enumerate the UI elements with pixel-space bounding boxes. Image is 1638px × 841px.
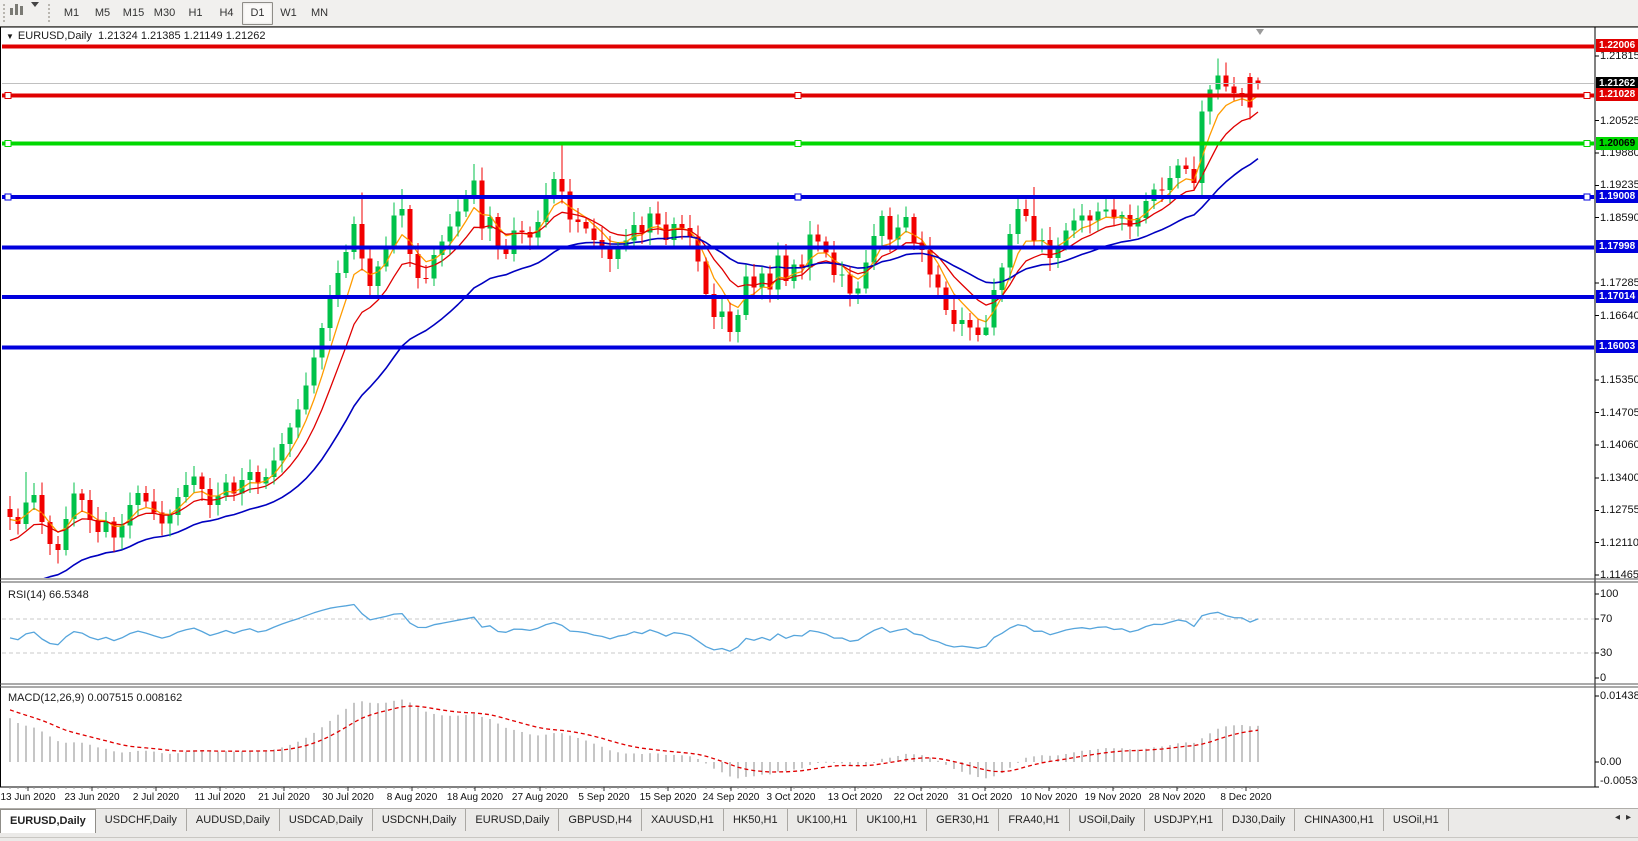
date-axis-label: 5 Sep 2020 bbox=[578, 792, 629, 803]
rsi-axis-tick: 30 bbox=[1600, 647, 1612, 659]
price-axis-tick: 1.14060 bbox=[1600, 439, 1638, 451]
ohlc-low: 1.21149 bbox=[184, 30, 223, 42]
chart-tab-eurusd-daily[interactable]: EURUSD,Daily bbox=[0, 809, 96, 833]
date-axis-label: 24 Sep 2020 bbox=[703, 792, 760, 803]
tab-scroll-right-button[interactable]: ▸ bbox=[1623, 812, 1634, 823]
hline-handle[interactable] bbox=[795, 92, 801, 98]
hline-handle[interactable] bbox=[5, 194, 11, 200]
chart-tab-usdchf-daily[interactable]: USDCHF,Daily bbox=[96, 809, 187, 831]
chart-tab-hk50-h1[interactable]: HK50,H1 bbox=[724, 809, 788, 831]
price-level-badge: 1.17998 bbox=[1596, 240, 1638, 253]
price-axis-tick: 1.13400 bbox=[1600, 472, 1638, 484]
hline-handle[interactable] bbox=[1584, 141, 1590, 147]
hline-handle[interactable] bbox=[1584, 92, 1590, 98]
date-axis-label: 21 Jul 2020 bbox=[258, 792, 310, 803]
chart-tabs-bar: EURUSD,DailyUSDCHF,DailyAUDUSD,DailyUSDC… bbox=[0, 808, 1638, 841]
price-axis-tick: 1.15350 bbox=[1600, 374, 1638, 386]
chart-tab-dj30-daily[interactable]: DJ30,Daily bbox=[1223, 809, 1295, 831]
date-axis-label: 30 Jul 2020 bbox=[322, 792, 374, 803]
price-axis-tick: 1.16640 bbox=[1600, 310, 1638, 322]
price-axis-tick: 1.12110 bbox=[1600, 537, 1638, 549]
price-level-badge: 1.21028 bbox=[1596, 88, 1638, 101]
macd-axis-tick: -0.005396 bbox=[1600, 775, 1638, 787]
ohlc-close: 1.21262 bbox=[226, 30, 266, 42]
chart-tab-gbpusd-h4[interactable]: GBPUSD,H4 bbox=[559, 809, 642, 831]
date-axis-label: 8 Dec 2020 bbox=[1220, 792, 1271, 803]
hline-handle[interactable] bbox=[795, 194, 801, 200]
price-axis-tick: 1.20525 bbox=[1600, 115, 1638, 127]
hline-handle[interactable] bbox=[795, 141, 801, 147]
date-axis-label: 2 Jul 2020 bbox=[133, 792, 179, 803]
chart-tab-uk100-h1[interactable]: UK100,H1 bbox=[788, 809, 858, 831]
date-axis-label: 10 Nov 2020 bbox=[1021, 792, 1078, 803]
price-chart-canvas[interactable] bbox=[0, 0, 1638, 841]
tabbar-groove bbox=[0, 837, 1638, 838]
price-axis-tick: 1.11465 bbox=[1600, 569, 1638, 581]
date-axis-label: 11 Jul 2020 bbox=[195, 792, 246, 803]
chart-tab-china300-h1[interactable]: CHINA300,H1 bbox=[1295, 809, 1384, 831]
ohlc-open: 1.21324 bbox=[98, 30, 138, 42]
price-axis-tick: 1.14705 bbox=[1600, 407, 1638, 419]
chart-tab-uk100-h1[interactable]: UK100,H1 bbox=[857, 809, 927, 831]
rsi-axis-tick: 100 bbox=[1600, 588, 1618, 600]
hline-handle[interactable] bbox=[5, 92, 11, 98]
macd-axis-tick: 0.00 bbox=[1600, 756, 1621, 768]
hline-handle[interactable] bbox=[1584, 194, 1590, 200]
chart-tab-fra40-h1[interactable]: FRA40,H1 bbox=[999, 809, 1069, 831]
chart-tab-audusd-daily[interactable]: AUDUSD,Daily bbox=[187, 809, 280, 831]
price-level-badge: 1.19008 bbox=[1596, 190, 1638, 203]
date-axis-label: 31 Oct 2020 bbox=[958, 792, 1012, 803]
chart-tab-usdcnh-daily[interactable]: USDCNH,Daily bbox=[373, 809, 467, 831]
trading-terminal-window: M1M5M15M30H1H4D1W1MN ▼EURUSD,Daily 1.213… bbox=[0, 0, 1638, 841]
price-axis-tick: 1.18590 bbox=[1600, 212, 1638, 224]
chart-tab-usdjpy-h1[interactable]: USDJPY,H1 bbox=[1145, 809, 1223, 831]
chart-tab-usoil-daily[interactable]: USOil,Daily bbox=[1070, 809, 1145, 831]
chart-shift-marker-icon[interactable] bbox=[1256, 29, 1264, 35]
chart-title: ▼ EURUSD,Daily 1.21324 1.21385 1.21149 1.… bbox=[6, 30, 265, 42]
chart-tab-ger30-h1[interactable]: GER30,H1 bbox=[927, 809, 999, 831]
chart-tab-eurusd-daily[interactable]: EURUSD,Daily bbox=[466, 809, 559, 831]
rsi-axis-tick: 0 bbox=[1600, 672, 1606, 684]
price-level-badge: 1.20069 bbox=[1596, 137, 1638, 150]
triangle-down-icon[interactable]: ▼ bbox=[6, 32, 14, 41]
price-axis-tick: 1.12755 bbox=[1600, 504, 1638, 516]
chart-tab-usdcad-daily[interactable]: USDCAD,Daily bbox=[280, 809, 373, 831]
date-axis-label: 13 Jun 2020 bbox=[0, 792, 55, 803]
price-axis-tick: 1.17285 bbox=[1600, 277, 1638, 289]
rsi-label: RSI(14) 66.5348 bbox=[8, 589, 89, 601]
date-axis-label: 15 Sep 2020 bbox=[640, 792, 697, 803]
date-axis-label: 13 Oct 2020 bbox=[828, 792, 882, 803]
date-axis-label: 22 Oct 2020 bbox=[894, 792, 948, 803]
chart-symbol: EURUSD,Daily bbox=[18, 30, 92, 42]
chart-tab-usoil-h1[interactable]: USOil,H1 bbox=[1384, 809, 1449, 831]
chart-tab-xauusd-h1[interactable]: XAUUSD,H1 bbox=[642, 809, 724, 831]
price-level-badge: 1.16003 bbox=[1596, 340, 1638, 353]
macd-axis-tick: 0.014384 bbox=[1600, 690, 1638, 702]
macd-label: MACD(12,26,9) 0.007515 0.008162 bbox=[8, 692, 182, 704]
date-axis-label: 28 Nov 2020 bbox=[1149, 792, 1206, 803]
date-axis-label: 3 Oct 2020 bbox=[767, 792, 816, 803]
date-axis-label: 27 Aug 2020 bbox=[512, 792, 568, 803]
tab-scroll-left-button[interactable]: ◂ bbox=[1612, 812, 1623, 823]
price-level-badge: 1.17014 bbox=[1596, 290, 1638, 303]
ohlc-high: 1.21385 bbox=[141, 30, 181, 42]
price-level-badge: 1.22006 bbox=[1596, 39, 1638, 52]
hline-handle[interactable] bbox=[5, 141, 11, 147]
rsi-axis-tick: 70 bbox=[1600, 613, 1612, 625]
date-axis-label: 23 Jun 2020 bbox=[64, 792, 119, 803]
date-axis-label: 18 Aug 2020 bbox=[447, 792, 503, 803]
date-axis-label: 8 Aug 2020 bbox=[387, 792, 438, 803]
date-axis-label: 19 Nov 2020 bbox=[1085, 792, 1142, 803]
